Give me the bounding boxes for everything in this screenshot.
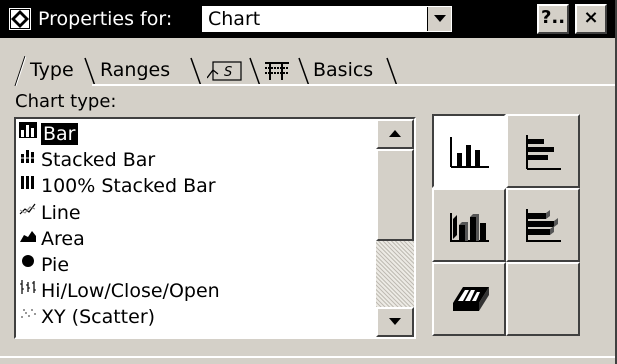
- scroll-up-button[interactable]: [376, 119, 414, 149]
- hilow-chart-icon: [18, 278, 38, 304]
- chevron-down-icon: [389, 318, 401, 325]
- list-item-area[interactable]: Area: [18, 226, 376, 252]
- chevron-down-icon: [434, 15, 446, 22]
- list-item-pie[interactable]: Pie: [18, 252, 376, 278]
- list-item-label: XY (Scatter): [41, 306, 156, 329]
- object-selector-dropdown-button[interactable]: [427, 7, 451, 31]
- chart-type-items: Bar Stacked Bar 100% Stacked Bar Line Ar…: [18, 121, 376, 331]
- full-stacked-bar-icon: [18, 173, 38, 199]
- properties-icon[interactable]: [9, 8, 31, 30]
- 3d-horizontal-bar-style-icon: [526, 209, 561, 242]
- list-item-label: Area: [41, 227, 85, 250]
- stacked-bar-icon: [18, 147, 38, 173]
- style-3d-horizontal-bar-button[interactable]: [506, 188, 580, 262]
- gridlines-icon: [265, 62, 289, 80]
- properties-for-label: Properties for:: [38, 8, 173, 30]
- line-chart-icon: [18, 200, 38, 226]
- list-item-label: Stacked Bar: [41, 149, 156, 172]
- series-icon: S: [206, 61, 242, 81]
- title-bar: Properties for: Chart ?.. ×: [0, 0, 615, 38]
- 3d-perspective-bar-style-icon: [453, 287, 489, 311]
- tab-separator: [190, 57, 202, 86]
- bottom-divider: [0, 356, 615, 358]
- bar-chart-icon: [18, 121, 38, 147]
- svg-text:S: S: [224, 65, 232, 80]
- style-vertical-bar-button[interactable]: [432, 114, 506, 188]
- list-item-label: Line: [41, 201, 81, 224]
- style-3d-perspective-bar-button[interactable]: [432, 262, 506, 336]
- horizontal-bar-style-icon: [526, 135, 561, 170]
- tab-type[interactable]: Type: [30, 56, 74, 86]
- scroll-thumb[interactable]: [376, 149, 414, 241]
- list-item-label: Pie: [41, 253, 70, 276]
- 3d-vertical-bar-style-icon: [450, 213, 489, 242]
- scroll-down-button[interactable]: [376, 307, 414, 337]
- list-item-bar[interactable]: Bar: [18, 121, 376, 147]
- close-button[interactable]: ×: [575, 4, 607, 34]
- list-item-hilow[interactable]: Hi/Low/Close/Open: [18, 278, 376, 304]
- list-item-label: Hi/Low/Close/Open: [41, 280, 220, 303]
- tab-separator: [84, 57, 96, 86]
- area-chart-icon: [18, 226, 38, 252]
- properties-dialog: Properties for: Chart ?.. × Type Ranges …: [0, 0, 617, 364]
- style-empty-button: [506, 262, 580, 336]
- list-item-scatter[interactable]: XY (Scatter): [18, 304, 376, 330]
- object-selector-value: Chart: [208, 8, 261, 30]
- list-scrollbar[interactable]: [376, 119, 414, 337]
- chart-type-list[interactable]: Bar Stacked Bar 100% Stacked Bar Line Ar…: [14, 117, 416, 339]
- chart-type-label: Chart type:: [15, 91, 117, 112]
- chevron-up-icon: [389, 130, 401, 137]
- tab-ranges[interactable]: Ranges: [100, 56, 170, 86]
- tab-edge: [14, 56, 26, 86]
- list-item-label: 100% Stacked Bar: [41, 175, 216, 198]
- tab-separator: [298, 57, 310, 86]
- vertical-bar-style-icon: [450, 137, 489, 168]
- tab-separator: [249, 57, 261, 86]
- tab-basics[interactable]: Basics: [313, 56, 373, 86]
- scatter-chart-icon: [18, 304, 38, 330]
- list-item-stacked-bar[interactable]: Stacked Bar: [18, 147, 376, 173]
- scroll-track[interactable]: [376, 241, 414, 307]
- tab-bar: Type Ranges S Basics: [0, 40, 615, 86]
- list-item-100-stacked-bar[interactable]: 100% Stacked Bar: [18, 173, 376, 199]
- pie-chart-icon: [18, 252, 38, 278]
- list-item-label: Bar: [40, 122, 79, 146]
- help-button[interactable]: ?..: [537, 4, 569, 34]
- tab-separator: [386, 57, 398, 86]
- tab-baseline: [92, 84, 615, 86]
- object-selector[interactable]: Chart: [201, 5, 453, 33]
- style-3d-vertical-bar-button[interactable]: [432, 188, 506, 262]
- list-item-line[interactable]: Line: [18, 200, 376, 226]
- style-horizontal-bar-button[interactable]: [506, 114, 580, 188]
